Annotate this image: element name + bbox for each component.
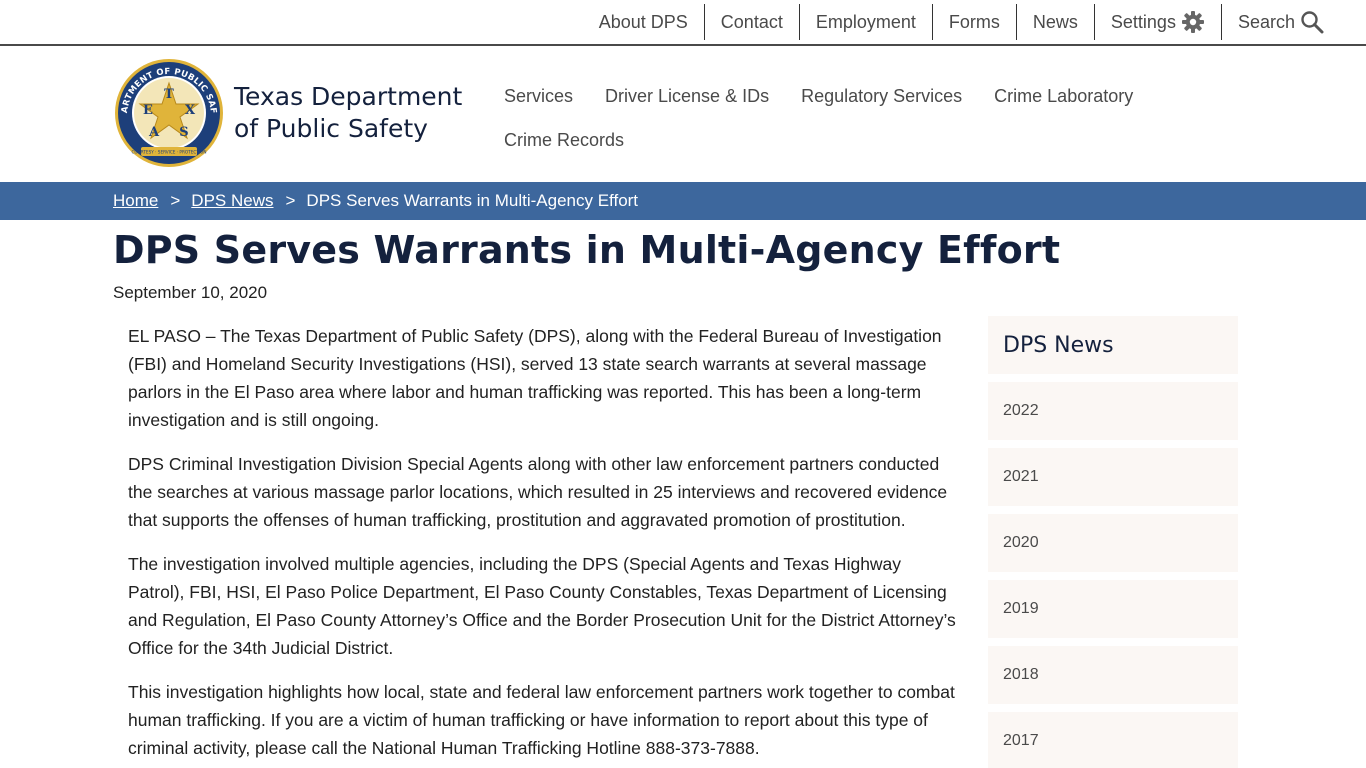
article-paragraph: DPS Criminal Investigation Division Spec… xyxy=(128,454,948,530)
home-logo-link[interactable]: DEPARTMENT OF PUBLIC SAFETY T E X A S CO… xyxy=(114,58,494,168)
breadcrumb: Home > DPS News > DPS Serves Warrants in… xyxy=(0,182,1366,220)
dps-seal-logo: DEPARTMENT OF PUBLIC SAFETY T E X A S CO… xyxy=(114,58,223,167)
nav-regulatory-services[interactable]: Regulatory Services xyxy=(785,74,978,118)
sidebar-year-2020[interactable]: 2020 xyxy=(988,514,1238,572)
svg-text:E: E xyxy=(143,103,153,118)
svg-text:T: T xyxy=(164,87,174,102)
agency-name: Texas Department of Public Safety xyxy=(234,82,463,143)
settings-button[interactable]: Settings xyxy=(1093,4,1221,40)
utility-link-about[interactable]: About DPS xyxy=(583,4,704,40)
article-paragraph: The investigation involved multiple agen… xyxy=(128,554,956,658)
svg-text:S: S xyxy=(179,125,188,140)
settings-label: Settings xyxy=(1110,11,1176,32)
sidebar-year-2018[interactable]: 2018 xyxy=(988,646,1238,704)
svg-text:COURTESY · SERVICE · PROTECTIO: COURTESY · SERVICE · PROTECTION xyxy=(131,150,206,155)
sidebar-heading: DPS News xyxy=(988,316,1238,374)
breadcrumb-separator: > xyxy=(285,191,296,210)
nav-crime-laboratory[interactable]: Crime Laboratory xyxy=(978,74,1149,118)
main-nav: Services Driver License & IDs Regulatory… xyxy=(488,74,1168,162)
sidebar-year-2022[interactable]: 2022 xyxy=(988,382,1238,440)
utility-link-forms[interactable]: Forms xyxy=(931,4,1016,40)
utility-link-employment[interactable]: Employment xyxy=(798,4,932,40)
sidebar-year-2019[interactable]: 2019 xyxy=(988,580,1238,638)
breadcrumb-home[interactable]: Home xyxy=(113,191,158,211)
nav-crime-records[interactable]: Crime Records xyxy=(488,118,640,162)
utility-link-news[interactable]: News xyxy=(1015,4,1094,40)
search-label: Search xyxy=(1237,11,1295,32)
sidebar-year-2021[interactable]: 2021 xyxy=(988,448,1238,506)
post-date: September 10, 2020 xyxy=(113,283,268,302)
nav-driver-license[interactable]: Driver License & IDs xyxy=(589,74,785,118)
search-button[interactable]: Search xyxy=(1220,4,1340,40)
news-sidebar: DPS News 2022 2021 2020 2019 2018 2017 xyxy=(988,316,1238,768)
sidebar-year-2017[interactable]: 2017 xyxy=(988,712,1238,768)
article-paragraph: This investigation highlights how local,… xyxy=(128,682,955,758)
utility-bar: About DPS Contact Employment Forms News … xyxy=(0,0,1366,46)
breadcrumb-current: DPS Serves Warrants in Multi-Agency Effo… xyxy=(306,191,639,210)
article-paragraph: EL PASO – The Texas Department of Public… xyxy=(128,326,942,430)
breadcrumb-dps-news[interactable]: DPS News xyxy=(191,191,273,211)
svg-text:A: A xyxy=(148,125,160,140)
page-title: DPS Serves Warrants in Multi-Agency Effo… xyxy=(113,228,1061,272)
nav-services[interactable]: Services xyxy=(488,74,589,118)
search-icon xyxy=(1300,10,1324,34)
site-header: DEPARTMENT OF PUBLIC SAFETY T E X A S CO… xyxy=(0,46,1366,182)
svg-text:X: X xyxy=(185,103,196,118)
article-body: EL PASO – The Texas Department of Public… xyxy=(128,322,958,768)
utility-link-contact[interactable]: Contact xyxy=(703,4,799,40)
utility-nav: About DPS Contact Employment Forms News … xyxy=(583,0,1340,44)
breadcrumb-separator: > xyxy=(170,191,181,210)
gear-icon xyxy=(1181,10,1205,34)
